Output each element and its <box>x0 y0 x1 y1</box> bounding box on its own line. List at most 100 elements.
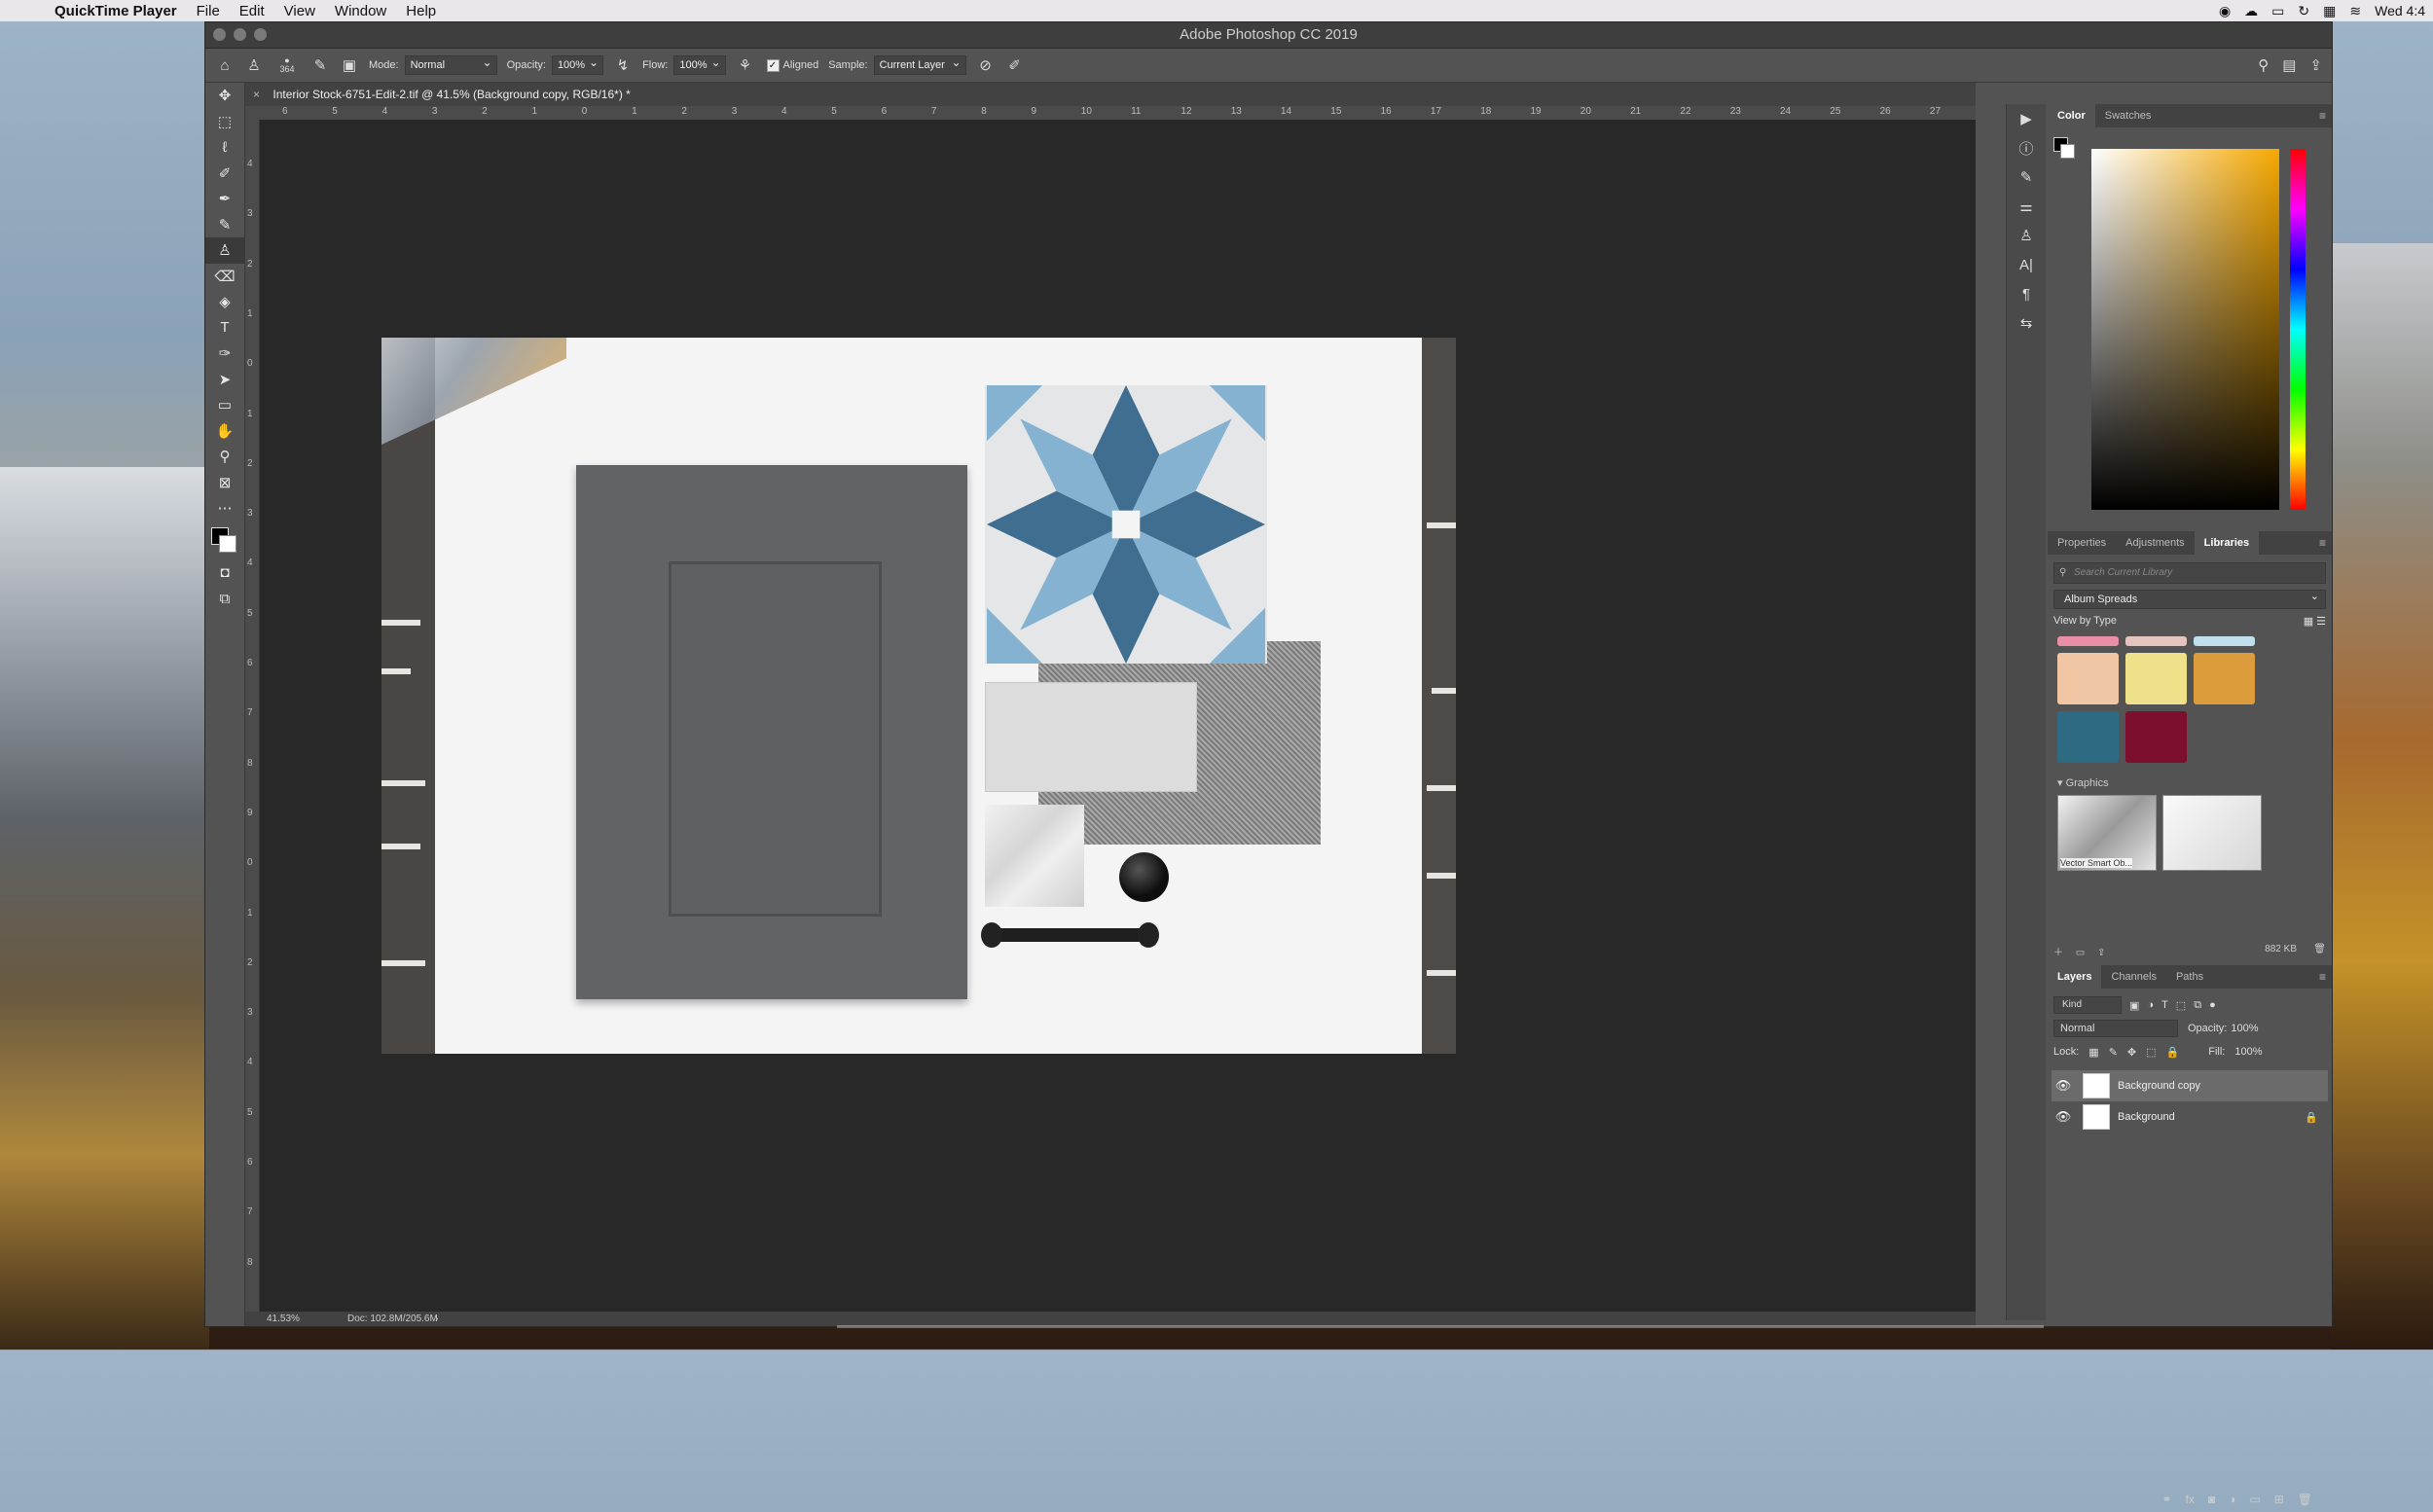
fx-icon[interactable]: fx <box>2186 1493 2195 1512</box>
adjustment-layer-icon[interactable]: ◑ <box>2229 1493 2235 1512</box>
pressure-size-icon[interactable]: ✐ <box>1005 55 1025 75</box>
pen-tool-icon[interactable]: ✑ <box>205 341 244 367</box>
menu-edit[interactable]: Edit <box>239 3 265 19</box>
panel-background-color[interactable] <box>2060 144 2075 159</box>
color-field[interactable] <box>2091 149 2279 510</box>
eyedropper-tool-icon[interactable]: ✒ <box>205 186 244 212</box>
menu-view[interactable]: View <box>284 3 315 19</box>
rectangle-tool-icon[interactable]: ▭ <box>205 392 244 418</box>
wifi-icon[interactable]: ≋ <box>2349 3 2361 19</box>
tab-layers[interactable]: Layers <box>2048 965 2102 989</box>
minimize-window-button[interactable] <box>234 28 246 41</box>
paint-bucket-tool-icon[interactable]: ◈ <box>205 289 244 315</box>
hue-slider[interactable] <box>2290 149 2306 510</box>
menubar-app-icon[interactable]: ◉ <box>2219 3 2231 19</box>
fill-value[interactable]: 100% <box>2234 1046 2262 1058</box>
calendar-icon[interactable]: ▦ <box>2323 3 2336 19</box>
close-window-button[interactable] <box>213 28 226 41</box>
clone-stamp-tool-icon[interactable]: ♙ <box>205 237 244 264</box>
group-folder-icon[interactable]: ▭ <box>2249 1493 2260 1512</box>
filter-smart-icon[interactable]: ⧉ <box>2194 999 2201 1012</box>
library-color-swatch[interactable] <box>2057 711 2119 763</box>
home-icon[interactable]: ⌂ <box>215 55 235 75</box>
marquee-tool-icon[interactable]: ⬚ <box>205 109 244 135</box>
lock-all-icon[interactable]: 🔒 <box>2166 1046 2180 1059</box>
zoom-window-button[interactable] <box>254 28 267 41</box>
lock-artboard-icon[interactable]: ⬚ <box>2146 1046 2156 1059</box>
tab-swatches[interactable]: Swatches <box>2095 104 2161 127</box>
status-menu-arrow[interactable]: › <box>435 1312 438 1326</box>
path-select-tool-icon[interactable]: ➤ <box>205 367 244 393</box>
frame-tool-icon[interactable]: ⊠ <box>205 470 244 496</box>
hand-tool-icon[interactable]: ✋ <box>205 418 244 445</box>
info-icon[interactable]: ⓘ <box>2007 133 2046 162</box>
tab-libraries[interactable]: Libraries <box>2194 531 2260 555</box>
aligned-checkbox[interactable]: ✓ Aligned <box>766 58 818 72</box>
horizontal-ruler[interactable]: 6 5 4 3 2 1 0 1 2 3 4 5 6 7 8 9 10 11 12 13 14 15 16 17 18 19 20 21… <box>245 106 1976 121</box>
new-layer-icon[interactable]: ⊞ <box>2274 1493 2284 1512</box>
clone-source-panel-icon[interactable]: ♙ <box>2007 221 2046 250</box>
filter-type-icon[interactable]: T <box>2161 999 2168 1011</box>
graphic-thumbnail[interactable] <box>2162 795 2262 871</box>
panel-menu-icon[interactable]: ≡ <box>2319 531 2326 555</box>
tab-color[interactable]: Color <box>2048 104 2095 127</box>
quick-mask-icon[interactable]: ◘ <box>205 560 244 587</box>
visibility-eye-icon[interactable]: 👁 <box>2052 1078 2075 1094</box>
library-color-swatch[interactable] <box>2057 636 2119 646</box>
document-tab[interactable]: × Interior Stock-6751-Edit-2.tif @ 41.5%… <box>245 83 1976 106</box>
hd-icon[interactable]: ▭ <box>2271 3 2284 19</box>
workspace-icon[interactable]: ▤ <box>2282 56 2296 74</box>
graphic-thumbnail[interactable]: Vector Smart Ob... <box>2057 795 2157 871</box>
background-color[interactable] <box>219 534 236 553</box>
clock[interactable]: Wed 4:4 <box>2375 3 2425 18</box>
character-icon[interactable]: A| <box>2007 250 2046 279</box>
library-color-swatch[interactable] <box>2125 636 2187 646</box>
delete-icon[interactable]: 🗑 <box>2313 944 2326 954</box>
tab-channels[interactable]: Channels <box>2101 965 2165 989</box>
zoom-level[interactable]: 41.53% <box>267 1312 300 1326</box>
tab-paths[interactable]: Paths <box>2166 965 2213 989</box>
ignore-adjustment-icon[interactable]: ⊘ <box>976 55 996 75</box>
tab-properties[interactable]: Properties <box>2048 531 2116 555</box>
add-content-icon[interactable]: ＋ <box>2053 948 2063 958</box>
brushes-icon[interactable]: ✎ <box>2007 162 2046 192</box>
library-color-swatch[interactable] <box>2125 653 2187 704</box>
paragraph-icon[interactable]: ¶ <box>2007 279 2046 308</box>
brush-preset-picker[interactable]: ● 364 <box>273 55 301 75</box>
actions-icon[interactable]: ▶ <box>2007 104 2046 133</box>
brush-settings-panel-icon[interactable]: ⚌ <box>2007 192 2046 221</box>
eraser-tool-icon[interactable]: ⌫ <box>205 264 244 290</box>
panel-menu-icon[interactable]: ≡ <box>2319 965 2326 989</box>
vertical-ruler[interactable]: 4 3 2 1 0 1 2 3 4 5 6 7 8 9 0 1 2 3 4 5 6 7 8 <box>245 120 260 1316</box>
filter-pixel-icon[interactable]: ▣ <box>2129 999 2139 1012</box>
brush-settings-icon[interactable]: ✎ <box>310 55 330 75</box>
library-color-swatch[interactable] <box>2125 711 2187 763</box>
screen-mode-icon[interactable]: ⧉ <box>205 586 244 612</box>
filter-shape-icon[interactable]: ⬚ <box>2176 999 2186 1012</box>
glyphs-icon[interactable]: ⇆ <box>2007 308 2046 338</box>
airbrush-icon[interactable]: ⚘ <box>736 55 755 75</box>
opacity-field[interactable]: 100% <box>551 54 604 75</box>
delete-layer-icon[interactable]: 🗑 <box>2298 1493 2312 1512</box>
library-search-input[interactable]: Search Current Library <box>2053 562 2326 584</box>
visibility-eye-icon[interactable]: 👁 <box>2052 1109 2075 1125</box>
kind-filter[interactable]: Kind <box>2053 996 2122 1014</box>
menu-file[interactable]: File <box>197 3 220 19</box>
document-image[interactable] <box>381 338 1456 1054</box>
view-mode-icons[interactable]: ▦ ☰ <box>2304 615 2326 628</box>
filter-adjustment-icon[interactable]: ◑ <box>2147 999 2154 1011</box>
move-tool-icon[interactable]: ✥ <box>205 83 244 109</box>
upload-icon[interactable]: ⇪ <box>2097 948 2105 958</box>
close-tab-icon[interactable]: × <box>253 88 260 101</box>
view-by-type[interactable]: View by Type <box>2053 615 2117 627</box>
sample-select[interactable]: Current Layer <box>873 54 966 75</box>
panel-menu-icon[interactable]: ≡ <box>2319 104 2326 127</box>
library-select[interactable]: Album Spreads <box>2053 588 2326 609</box>
lock-position-icon[interactable]: ✥ <box>2127 1046 2136 1059</box>
pressure-opacity-icon[interactable]: ↯ <box>613 55 633 75</box>
lock-pixels-icon[interactable]: ✎ <box>2109 1046 2118 1059</box>
quick-select-tool-icon[interactable]: ✐ <box>205 161 244 187</box>
clone-stamp-preset-icon[interactable]: ♙ <box>244 55 264 75</box>
mode-select[interactable]: Normal <box>404 54 497 75</box>
layer-opacity-value[interactable]: 100% <box>2231 1023 2258 1034</box>
